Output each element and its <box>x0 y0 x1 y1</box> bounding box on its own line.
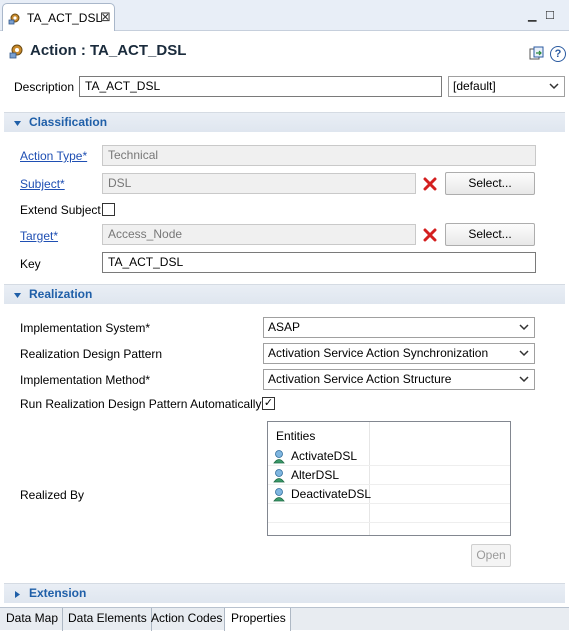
locale-select[interactable]: [default] <box>448 76 565 97</box>
action-type-field: Technical <box>102 145 536 166</box>
subject-select-button[interactable]: Select... <box>445 172 535 195</box>
extend-subject-label: Extend Subject <box>20 203 101 217</box>
entity-label: AlterDSL <box>291 468 340 482</box>
editor-tab-label: TA_ACT_DSL <box>27 11 103 25</box>
entities-column-header: Entities <box>276 429 316 443</box>
locale-select-value: [default] <box>453 79 496 93</box>
list-item[interactable]: DeactivateDSL <box>268 485 510 504</box>
clear-target-icon[interactable] <box>423 228 437 242</box>
chevron-down-icon <box>549 83 559 90</box>
implementation-method-select[interactable]: Activation Service Action Structure <box>263 369 535 390</box>
tab-data-map[interactable]: Data Map <box>0 608 64 631</box>
list-item[interactable]: ActivateDSL <box>268 447 510 466</box>
entity-icon <box>273 469 285 483</box>
page-title: Action : TA_ACT_DSL <box>30 42 187 59</box>
realization-title: Realization <box>29 287 93 301</box>
editor-page-tabs: Data Map Data Elements Action Codes Prop… <box>0 607 569 631</box>
run-automatically-label: Run Realization Design Pattern Automatic… <box>20 397 262 411</box>
help-icon[interactable]: ? <box>550 46 566 62</box>
editor-tab-bar: TA_ACT_DSL ⊠ ▁ ☐ <box>0 0 569 31</box>
target-link[interactable]: Target* <box>20 229 58 243</box>
entity-icon <box>273 488 285 502</box>
tab-action-codes[interactable]: Action Codes <box>145 608 228 631</box>
close-tab-icon[interactable]: ⊠ <box>100 9 111 25</box>
design-pattern-select[interactable]: Activation Service Action Synchronizatio… <box>263 343 535 364</box>
clear-subject-icon[interactable] <box>423 177 437 191</box>
minimize-icon[interactable]: ▁ <box>528 9 536 22</box>
list-item[interactable]: AlterDSL <box>268 466 510 485</box>
entities-list[interactable]: Entities ActivateDSL AlterDSL Deactivate… <box>267 421 511 536</box>
empty-row <box>268 504 510 523</box>
key-label: Key <box>20 257 41 271</box>
triangle-down-icon <box>14 293 21 298</box>
entity-icon <box>273 450 285 464</box>
design-pattern-label: Realization Design Pattern <box>20 347 163 361</box>
description-label: Description <box>14 80 75 94</box>
tab-properties[interactable]: Properties <box>224 608 291 631</box>
action-icon <box>8 13 20 25</box>
run-automatically-checkbox[interactable]: ✓ <box>262 397 275 410</box>
key-input[interactable]: TA_ACT_DSL <box>102 252 536 273</box>
target-select-button[interactable]: Select... <box>445 223 535 246</box>
implementation-system-select[interactable]: ASAP <box>263 317 535 338</box>
realized-by-label: Realized By <box>20 488 85 502</box>
realization-section-header[interactable]: Realization <box>4 284 565 304</box>
editor-tab[interactable]: TA_ACT_DSL ⊠ <box>2 3 115 31</box>
classification-title: Classification <box>29 115 108 129</box>
extend-subject-checkbox[interactable] <box>102 203 115 216</box>
extension-title: Extension <box>29 586 87 600</box>
triangle-down-icon <box>14 121 21 126</box>
description-input[interactable]: TA_ACT_DSL <box>79 76 442 97</box>
maximize-icon[interactable]: ☐ <box>545 9 555 22</box>
action-type-link[interactable]: Action Type* <box>20 149 87 163</box>
open-button[interactable]: Open <box>471 544 511 567</box>
entity-label: ActivateDSL <box>291 449 358 463</box>
triangle-right-icon <box>15 591 20 598</box>
implementation-method-value: Activation Service Action Structure <box>268 372 452 386</box>
entity-label: DeactivateDSL <box>291 487 372 501</box>
implementation-system-value: ASAP <box>268 320 301 334</box>
chevron-down-icon <box>519 324 529 331</box>
subject-field: DSL <box>102 173 416 194</box>
implementation-method-label: Implementation Method* <box>20 373 151 387</box>
tab-data-elements[interactable]: Data Elements <box>62 608 152 631</box>
chevron-down-icon <box>519 376 529 383</box>
action-icon <box>9 44 23 59</box>
design-pattern-value: Activation Service Action Synchronizatio… <box>268 346 489 360</box>
subject-link[interactable]: Subject* <box>20 177 65 191</box>
compare-icon[interactable] <box>529 46 545 62</box>
implementation-system-label: Implementation System* <box>20 321 151 335</box>
extension-section-header[interactable]: Extension <box>4 583 565 603</box>
classification-section-header[interactable]: Classification <box>4 112 565 132</box>
target-field: Access_Node <box>102 224 416 245</box>
chevron-down-icon <box>519 350 529 357</box>
